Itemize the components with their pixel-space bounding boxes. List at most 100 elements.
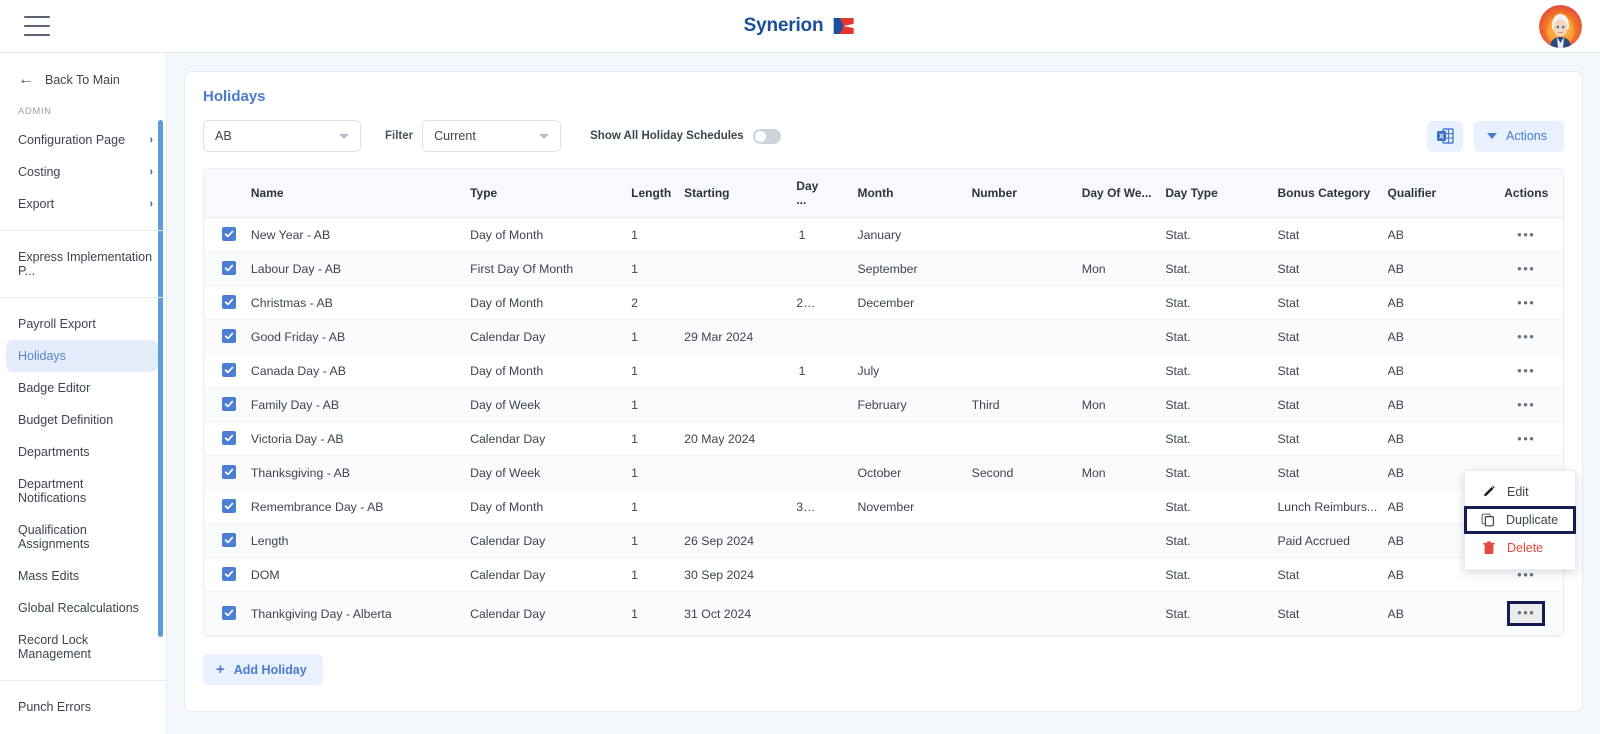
table-row[interactable]: DOM Calendar Day 1 30 Sep 2024 Stat. Sta…	[204, 557, 1563, 592]
cell-number	[971, 591, 1082, 636]
trash-icon	[1483, 541, 1495, 554]
context-menu-item-delete[interactable]: Delete	[1465, 534, 1575, 562]
cell-day	[796, 421, 858, 456]
sidebar-item-qualification-assignments[interactable]: Qualification Assignments	[0, 514, 166, 560]
table-row[interactable]: Thankgiving Day - Alberta Calendar Day 1…	[204, 591, 1563, 636]
excel-export-button[interactable]: X	[1427, 120, 1463, 152]
sidebar-divider	[0, 230, 166, 231]
sidebar-item-label: Department Notifications	[18, 477, 87, 505]
column-header-bonus-category[interactable]: Bonus Category	[1277, 169, 1388, 218]
actions-button[interactable]: Actions	[1474, 120, 1564, 152]
cell-month: September	[857, 251, 972, 286]
sidebar-item-label: Configuration Page	[18, 133, 126, 147]
holiday-schedule-select[interactable]: AB	[203, 120, 361, 152]
toggle-knob	[754, 130, 766, 142]
holiday-schedule-value: AB	[215, 129, 232, 143]
cell-day-type: Stat.	[1165, 455, 1278, 490]
row-actions-button[interactable]: •••	[1517, 295, 1535, 310]
table-row[interactable]: Canada Day - AB Day of Month 1 1 July St…	[204, 353, 1563, 388]
sidebar-item-punch-errors[interactable]: Punch Errors	[0, 691, 166, 723]
cell-day-type: Stat.	[1165, 251, 1278, 286]
sidebar-item-holidays[interactable]: Holidays	[6, 340, 158, 372]
column-header-day-of-week[interactable]: Day Of We...	[1081, 169, 1166, 218]
cell-length: 1	[631, 591, 685, 636]
sidebar-item-express-implementation[interactable]: Express Implementation P...	[0, 241, 166, 287]
cell-bonus-category: Paid Accrued	[1277, 523, 1388, 558]
sidebar-item-record-lock-management[interactable]: Record Lock Management	[0, 624, 166, 670]
sidebar: ← Back To Main ADMIN Configuration Page …	[0, 53, 167, 734]
sidebar-item-label: Qualification Assignments	[18, 523, 90, 551]
cell-bonus-category: Stat	[1277, 421, 1388, 456]
cell-length: 1	[631, 489, 685, 524]
column-header-name[interactable]: Name	[250, 169, 471, 218]
sidebar-item-department-notifications[interactable]: Department Notifications	[0, 468, 166, 514]
table-row[interactable]: Thanksgiving - AB Day of Week 1 October …	[204, 455, 1563, 490]
row-checkbox[interactable]	[222, 363, 236, 377]
sidebar-item-payroll-export[interactable]: Payroll Export	[0, 308, 166, 340]
table-row[interactable]: Remembrance Day - AB Day of Month 1 31 N…	[204, 489, 1563, 524]
row-checkbox[interactable]	[222, 397, 236, 411]
row-checkbox[interactable]	[222, 227, 236, 241]
sidebar-item-budget-definition[interactable]: Budget Definition	[0, 404, 166, 436]
cell-starting	[684, 455, 797, 490]
column-header-day-type[interactable]: Day Type	[1165, 169, 1278, 218]
row-actions-button-active[interactable]: •••	[1507, 601, 1546, 626]
sidebar-item-export[interactable]: Export ›	[0, 188, 166, 220]
column-header-month[interactable]: Month	[857, 169, 972, 218]
sidebar-item-departments[interactable]: Departments	[0, 436, 166, 468]
cell-day	[796, 387, 858, 422]
hamburger-icon[interactable]	[24, 16, 50, 36]
add-holiday-button[interactable]: + Add Holiday	[203, 654, 323, 685]
row-checkbox[interactable]	[222, 606, 236, 620]
sidebar-item-costing[interactable]: Costing ›	[0, 156, 166, 188]
table-row[interactable]: New Year - AB Day of Month 1 1 January S…	[204, 217, 1563, 252]
cell-type: Day of Month	[470, 489, 632, 524]
row-actions-button[interactable]: •••	[1517, 261, 1535, 276]
row-actions-button[interactable]: •••	[1517, 431, 1535, 446]
row-checkbox[interactable]	[222, 329, 236, 343]
row-actions-button[interactable]: •••	[1517, 329, 1535, 344]
show-all-schedules-toggle[interactable]	[752, 128, 781, 144]
cell-length: 1	[631, 557, 685, 592]
row-checkbox[interactable]	[222, 499, 236, 513]
column-header-qualifier[interactable]: Qualifier	[1387, 169, 1490, 218]
row-checkbox[interactable]	[222, 465, 236, 479]
row-checkbox[interactable]	[222, 567, 236, 581]
row-checkbox[interactable]	[222, 533, 236, 547]
chevron-right-icon: ›	[149, 134, 153, 146]
column-header-length[interactable]: Length	[631, 169, 685, 218]
sidebar-item-global-recalculations[interactable]: Global Recalculations	[0, 592, 166, 624]
table-row[interactable]: Family Day - AB Day of Week 1 February T…	[204, 387, 1563, 422]
sidebar-item-badge-editor[interactable]: Badge Editor	[0, 372, 166, 404]
avatar[interactable]	[1539, 5, 1582, 48]
row-checkbox[interactable]	[222, 295, 236, 309]
context-menu-item-duplicate[interactable]: Duplicate	[1464, 506, 1576, 534]
column-header-day[interactable]: Day ...	[796, 169, 858, 218]
row-checkbox[interactable]	[222, 431, 236, 445]
sidebar-item-mass-edits[interactable]: Mass Edits	[0, 560, 166, 592]
filter-select[interactable]: Current	[422, 120, 562, 152]
row-actions-button[interactable]: •••	[1517, 363, 1535, 378]
column-header-number[interactable]: Number	[971, 169, 1082, 218]
cell-qualifier: AB	[1387, 353, 1490, 388]
context-menu-item-edit[interactable]: Edit	[1465, 478, 1575, 506]
cell-starting	[684, 353, 797, 388]
table-row[interactable]: Labour Day - AB First Day Of Month 1 Sep…	[204, 251, 1563, 286]
back-to-main-link[interactable]: ← Back To Main	[0, 53, 166, 104]
cell-starting	[684, 489, 797, 524]
table-row[interactable]: Victoria Day - AB Calendar Day 1 20 May …	[204, 421, 1563, 456]
sidebar-item-configuration-page[interactable]: Configuration Page ›	[0, 124, 166, 156]
cell-name: New Year - AB	[250, 217, 471, 252]
sidebar-divider	[0, 680, 166, 681]
row-actions-button[interactable]: •••	[1517, 397, 1535, 412]
table-row[interactable]: Christmas - AB Day of Month 2 25 Decembe…	[204, 285, 1563, 320]
row-checkbox[interactable]	[222, 261, 236, 275]
table-row[interactable]: Length Calendar Day 1 26 Sep 2024 Stat. …	[204, 523, 1563, 558]
cell-name: Victoria Day - AB	[250, 421, 471, 456]
select-all-header[interactable]	[204, 169, 251, 218]
column-header-starting[interactable]: Starting	[684, 169, 797, 218]
column-header-type[interactable]: Type	[470, 169, 632, 218]
table-row[interactable]: Good Friday - AB Calendar Day 1 29 Mar 2…	[204, 319, 1563, 354]
cell-month	[857, 591, 972, 636]
row-actions-button[interactable]: •••	[1517, 227, 1535, 242]
